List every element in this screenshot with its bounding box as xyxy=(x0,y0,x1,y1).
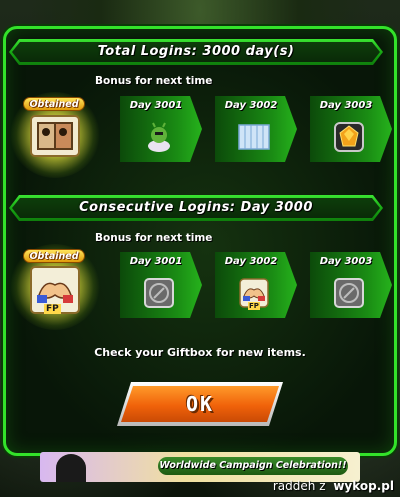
obtained-tag: Obtained xyxy=(23,97,85,111)
film-ticket-icon xyxy=(30,115,80,157)
ok-button-label: OK xyxy=(185,392,215,416)
bonus-next-time-label: Bonus for next time xyxy=(95,75,213,87)
consecutive-day-card-3001: Day 3001 xyxy=(120,252,202,318)
total-day-card-3002: Day 3002 xyxy=(215,96,297,162)
fp-badge: FP xyxy=(248,302,260,310)
orange-stone-icon xyxy=(332,120,366,154)
day-label: Day 3003 xyxy=(319,256,373,267)
locked-badge-icon xyxy=(332,276,366,310)
consecutive-logins-title: Consecutive Logins: Day 3000 xyxy=(79,200,313,215)
campaign-banner-text: Worldwide Campaign Celebration!! xyxy=(158,457,348,475)
wykop-logo: wykop.pl xyxy=(333,479,394,493)
locked-badge-icon xyxy=(142,276,176,310)
watermark-z: z xyxy=(319,479,326,493)
watermark: raddeh z wykop.pl xyxy=(273,477,394,495)
friend-points-icon: FP xyxy=(237,276,271,310)
green-warrior-icon xyxy=(142,120,176,154)
total-logins-header: Total Logins: 3000 day(s) xyxy=(9,39,383,65)
day-label: Day 3001 xyxy=(129,256,183,267)
giftbox-info-message: Check your Giftbox for new items. xyxy=(94,346,306,359)
day-label: Day 3003 xyxy=(319,100,373,111)
consecutive-obtained-reward: FP Obtained xyxy=(10,244,100,330)
consecutive-day-card-3002: Day 3002 FP xyxy=(215,252,297,318)
total-obtained-reward: Obtained xyxy=(10,92,100,178)
obtained-tag: Obtained xyxy=(23,249,85,263)
bonus-next-time-label: Bonus for next time xyxy=(95,232,213,244)
total-logins-title: Total Logins: 3000 day(s) xyxy=(97,44,295,59)
ok-button[interactable]: OK xyxy=(117,382,283,426)
watermark-user: raddeh xyxy=(272,479,316,493)
blue-tickets-icon xyxy=(237,120,271,154)
day-label: Day 3002 xyxy=(224,100,278,111)
consecutive-logins-header: Consecutive Logins: Day 3000 xyxy=(9,195,383,221)
total-day-card-3003: Day 3003 xyxy=(310,96,392,162)
character-portrait xyxy=(56,454,86,482)
total-day-card-3001: Day 3001 xyxy=(120,96,202,162)
day-label: Day 3001 xyxy=(129,100,183,111)
fp-badge: FP xyxy=(44,304,61,314)
consecutive-day-card-3003: Day 3003 xyxy=(310,252,392,318)
day-label: Day 3002 xyxy=(224,256,278,267)
